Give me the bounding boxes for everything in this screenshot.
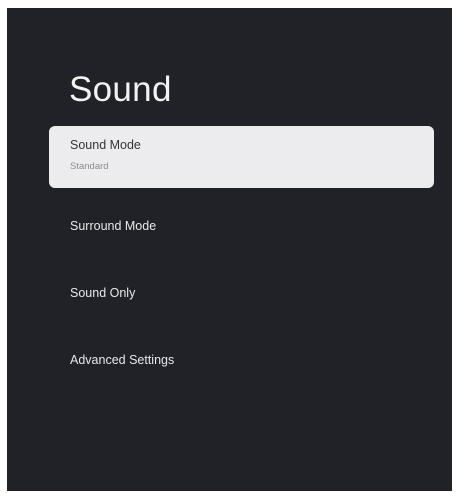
menu-item-sound-only[interactable]: Sound Only <box>49 286 434 300</box>
menu-item-label: Sound Mode <box>70 138 141 152</box>
menu-item-advanced-settings[interactable]: Advanced Settings <box>49 353 434 367</box>
menu-item-value: Standard <box>70 161 109 172</box>
settings-panel: Sound Sound Mode Standard Surround Mode … <box>7 8 452 491</box>
menu-item-sound-mode[interactable]: Sound Mode Standard <box>49 126 434 188</box>
menu-item-label: Sound Only <box>70 286 136 300</box>
menu-item-label: Surround Mode <box>70 219 157 233</box>
page-title: Sound <box>69 70 172 109</box>
menu-item-surround-mode[interactable]: Surround Mode <box>49 219 434 233</box>
menu-item-label: Advanced Settings <box>70 353 175 367</box>
